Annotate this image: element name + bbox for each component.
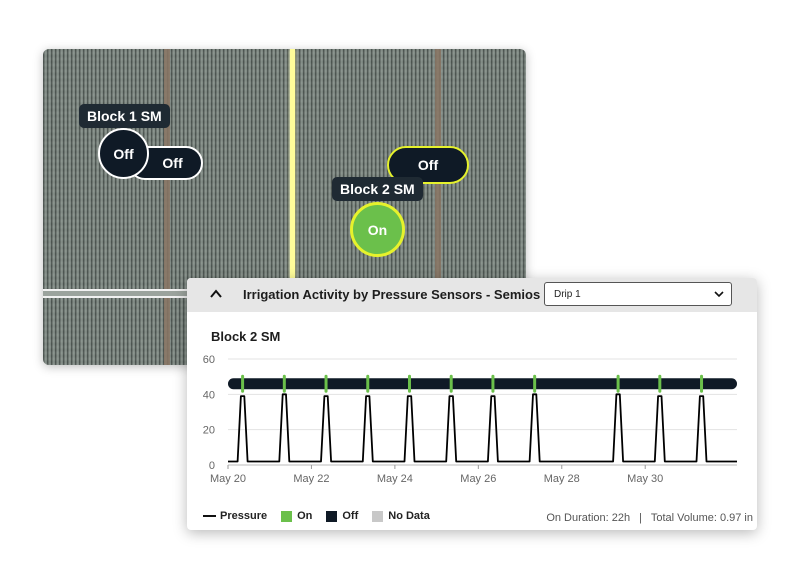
legend-no-data: No Data (372, 510, 430, 522)
chevron-down-icon (714, 291, 724, 298)
status-on-marker (366, 374, 370, 393)
x-tick-label: May 22 (293, 473, 329, 485)
status-on-marker (282, 374, 286, 393)
legend-off-swatch (326, 510, 338, 522)
block-2-label[interactable]: Block 2 SM (332, 177, 423, 201)
block-1-circle-status[interactable]: Off (98, 128, 149, 179)
legend-pressure: Pressure (203, 510, 267, 522)
y-tick-label: 40 (203, 389, 215, 401)
block-2-circle-status[interactable]: On (350, 202, 405, 257)
total-volume: Total Volume: 0.97 in (650, 512, 753, 524)
x-tick-label: May 30 (627, 473, 663, 485)
sensor-select[interactable]: Drip 1 (544, 282, 732, 306)
block-1-label[interactable]: Block 1 SM (79, 104, 170, 128)
status-on-marker (407, 374, 411, 393)
legend-off: Off (326, 510, 358, 522)
legend-off-label: Off (342, 510, 359, 522)
legend-on-swatch (281, 510, 293, 522)
panel-header: Irrigation Activity by Pressure Sensors … (187, 278, 757, 312)
sensor-select-value: Drip 1 (554, 289, 581, 300)
y-tick-label: 20 (203, 425, 215, 437)
status-on-marker (700, 374, 704, 393)
status-on-marker (491, 374, 495, 393)
x-tick-label: May 28 (544, 473, 580, 485)
pressure-series-line (228, 393, 737, 463)
on-duration: On Duration: 22h (546, 512, 631, 524)
status-on-marker (449, 374, 453, 393)
legend-on: On (281, 510, 312, 522)
block-boundary-line (290, 49, 295, 279)
x-tick-label: May 26 (460, 473, 496, 485)
panel-title: Irrigation Activity by Pressure Sensors … (243, 287, 541, 302)
x-tick-label: May 24 (377, 473, 413, 485)
status-on-marker (533, 374, 537, 393)
y-tick-label: 0 (209, 460, 215, 472)
status-on-marker (241, 374, 245, 393)
legend-on-label: On (297, 510, 313, 522)
legend-no-data-swatch (372, 510, 384, 522)
x-tick-label: May 20 (210, 473, 246, 485)
chart-legend: Pressure On Off No Data (203, 508, 444, 524)
legend-pressure-label: Pressure (220, 510, 268, 522)
footer-separator: | (639, 512, 643, 524)
status-on-marker (616, 374, 620, 393)
road (43, 289, 193, 298)
legend-no-data-label: No Data (388, 510, 430, 522)
chart-title: Block 2 SM (211, 329, 281, 344)
legend-pressure-swatch (203, 515, 216, 517)
chevron-up-icon[interactable] (210, 288, 222, 300)
pressure-chart: 0 20 40 60 May 20 May 22 May 24 May 26 May 28 May… (203, 354, 737, 485)
dirt-road (164, 49, 170, 365)
status-on-marker (324, 374, 328, 393)
y-tick-label: 60 (203, 354, 215, 366)
status-on-marker (658, 374, 662, 393)
irrigation-panel: Irrigation Activity by Pressure Sensors … (187, 278, 757, 530)
footer-stats: On Duration: 22h | Total Volume: 0.97 in (546, 512, 753, 524)
